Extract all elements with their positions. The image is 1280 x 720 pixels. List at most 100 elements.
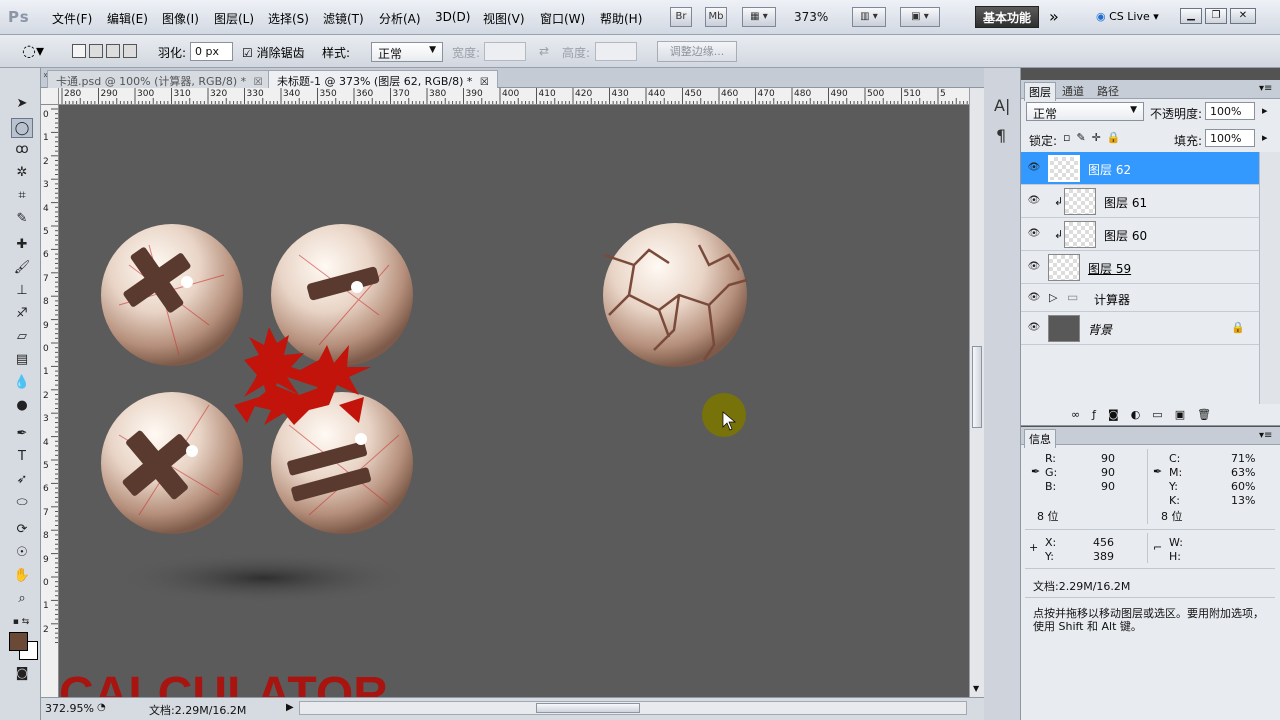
minimize-button[interactable]: ▁ [1180, 8, 1202, 24]
gradient-tool-icon[interactable]: ▤ [11, 350, 33, 370]
swap-icon[interactable]: ⇄ [539, 44, 549, 58]
layer-row-background[interactable]: 👁 背景 🔒 [1021, 312, 1259, 345]
view-extras-button[interactable]: ▦ ▾ [742, 7, 776, 27]
elliptical-marquee-preset-icon[interactable]: ◌▾ [22, 41, 44, 60]
menu-help[interactable]: 帮助(H) [600, 10, 642, 27]
crop-tool-icon[interactable]: ⌗ [11, 186, 33, 206]
layer-group-calculator[interactable]: 👁 ▷ ▭ 计算器 [1021, 284, 1259, 312]
layers-scrollbar[interactable] [1259, 152, 1280, 404]
status-menu-arrow-icon[interactable]: ▶ [286, 702, 294, 713]
opacity-slider-icon[interactable]: ▸ [1262, 104, 1268, 117]
move-tool-icon[interactable]: ➤ [11, 94, 33, 114]
more-workspaces-icon[interactable]: » [1049, 7, 1059, 26]
menu-image[interactable]: 图像(I) [162, 10, 199, 27]
vertical-scroll-thumb[interactable] [972, 346, 982, 428]
scroll-down-icon[interactable]: ▼ [973, 684, 979, 693]
foreground-color-swatch[interactable] [9, 632, 28, 651]
lasso-tool-icon[interactable]: ꝏ [11, 140, 33, 160]
height-input[interactable] [595, 42, 637, 61]
menu-filter[interactable]: 滤镜(T) [323, 10, 364, 27]
quick-selection-tool-icon[interactable]: ✲ [11, 163, 33, 183]
cs-live-button[interactable]: ◉ CS Live ▾ [1096, 10, 1159, 23]
add-selection-icon[interactable] [89, 44, 103, 58]
history-brush-tool-icon[interactable]: ♐ [11, 304, 33, 324]
tab-untitled-1[interactable]: 未标题-1 @ 373% (图层 62, RGB/8) * ☒ [268, 70, 498, 88]
opacity-input[interactable]: 100% [1205, 102, 1255, 120]
tab-channels[interactable]: 通道 [1058, 82, 1088, 100]
visibility-eye-icon[interactable]: 👁 [1027, 260, 1041, 274]
layer-name[interactable]: 背景 [1088, 321, 1112, 338]
blend-mode-select[interactable]: 正常 ▼ [1026, 102, 1144, 121]
zoom-percentage-field[interactable]: 372.95% [45, 702, 94, 715]
menu-view[interactable]: 视图(V) [483, 10, 525, 27]
menu-window[interactable]: 窗口(W) [540, 10, 585, 27]
menu-layer[interactable]: 图层(L) [214, 10, 254, 27]
fill-input[interactable]: 100% [1205, 129, 1255, 147]
eyedropper-tool-icon[interactable]: ✎ [11, 209, 33, 229]
shape-tool-icon[interactable]: ⬭ [11, 493, 33, 513]
eraser-tool-icon[interactable]: ▱ [11, 327, 33, 347]
horizontal-scroll-thumb[interactable] [536, 703, 640, 713]
visibility-eye-icon[interactable]: 👁 [1027, 321, 1041, 335]
panel-menu-icon[interactable]: ▾≡ [1259, 430, 1272, 441]
hand-tool-icon[interactable]: ✋ [11, 566, 33, 586]
intersect-selection-icon[interactable] [123, 44, 137, 58]
expand-triangle-icon[interactable]: ▷ [1049, 291, 1057, 304]
tab-paths[interactable]: 路径 [1093, 82, 1123, 100]
arrange-documents-button[interactable]: ▥ ▾ [852, 7, 886, 27]
zoom-level-select[interactable]: 373% [794, 10, 828, 24]
zoom-tool-icon[interactable]: ⌕ [11, 589, 33, 609]
character-panel-icon[interactable]: A| [994, 96, 1010, 115]
restore-button[interactable]: ❐ [1205, 8, 1227, 24]
menu-3d[interactable]: 3D(D) [435, 10, 470, 24]
pen-tool-icon[interactable]: ✒ [11, 424, 33, 444]
layer-name[interactable]: 图层 62 [1088, 161, 1131, 178]
fill-slider-icon[interactable]: ▸ [1262, 131, 1268, 144]
menu-select[interactable]: 选择(S) [268, 10, 309, 27]
paragraph-panel-icon[interactable]: ¶ [996, 126, 1006, 145]
layer-row-59[interactable]: 👁 图层 59 [1021, 251, 1259, 284]
refine-edge-button[interactable]: 调整边缘... [657, 41, 737, 62]
brush-tool-icon[interactable]: 🖌 [11, 258, 33, 278]
close-button[interactable]: ✕ [1230, 8, 1256, 24]
screen-mode-button[interactable]: ▣ ▾ [900, 7, 940, 27]
lock-icons[interactable]: ▫✎✛🔒 [1063, 131, 1127, 144]
new-selection-icon[interactable] [72, 44, 86, 58]
dodge-tool-icon[interactable]: ● [11, 396, 33, 416]
width-input[interactable] [484, 42, 526, 61]
visibility-eye-icon[interactable]: 👁 [1027, 194, 1041, 208]
visibility-eye-icon[interactable]: 👁 [1027, 227, 1041, 241]
layer-bottom-toolbar[interactable]: ∞ƒ◙◐▭▣🗑 [1071, 408, 1223, 421]
tab-layers[interactable]: 图层 [1024, 82, 1056, 101]
workspace-button[interactable]: 基本功能 [975, 6, 1039, 28]
type-tool-icon[interactable]: T [11, 447, 33, 467]
default-colors-icon[interactable]: ▪ ⇆ [6, 612, 36, 632]
layer-row-61[interactable]: 👁 ↲ 图层 61 [1021, 185, 1259, 218]
subtract-selection-icon[interactable] [106, 44, 120, 58]
horizontal-scrollbar[interactable] [299, 701, 967, 715]
menu-analysis[interactable]: 分析(A) [379, 10, 421, 27]
feather-input[interactable]: 0 px [190, 42, 233, 61]
path-selection-tool-icon[interactable]: ➶ [11, 470, 33, 490]
quick-mask-icon[interactable]: ◙ [11, 664, 33, 684]
menu-edit[interactable]: 编辑(E) [107, 10, 148, 27]
visibility-eye-icon[interactable]: 👁 [1027, 291, 1041, 305]
visibility-eye-icon[interactable]: 👁 [1027, 161, 1041, 175]
tab-cartoon-psd[interactable]: 卡通.psd @ 100% (计算器, RGB/8) * ☒ [47, 70, 272, 88]
menu-file[interactable]: 文件(F) [52, 10, 92, 27]
close-icon[interactable]: ☒ [254, 77, 263, 88]
panel-menu-icon[interactable]: ▾≡ [1259, 83, 1272, 94]
mini-bridge-button[interactable]: Mb [705, 7, 727, 27]
close-icon[interactable]: ☒ [480, 77, 489, 88]
layer-name[interactable]: 图层 61 [1104, 194, 1147, 211]
3d-orbit-tool-icon[interactable]: ☉ [11, 543, 33, 563]
tab-info[interactable]: 信息 [1024, 429, 1056, 448]
layer-name[interactable]: 图层 59 [1088, 260, 1131, 277]
style-select[interactable]: 正常 ▼ [371, 42, 443, 62]
antialias-checkbox[interactable]: ☑ 消除锯齿 [242, 44, 305, 61]
blur-tool-icon[interactable]: 💧 [11, 373, 33, 393]
healing-brush-tool-icon[interactable]: ✚ [11, 235, 33, 255]
status-icon[interactable]: ◔ [97, 702, 106, 713]
layer-row-62[interactable]: 👁 图层 62 [1021, 152, 1259, 185]
clone-stamp-tool-icon[interactable]: ⊥ [11, 281, 33, 301]
